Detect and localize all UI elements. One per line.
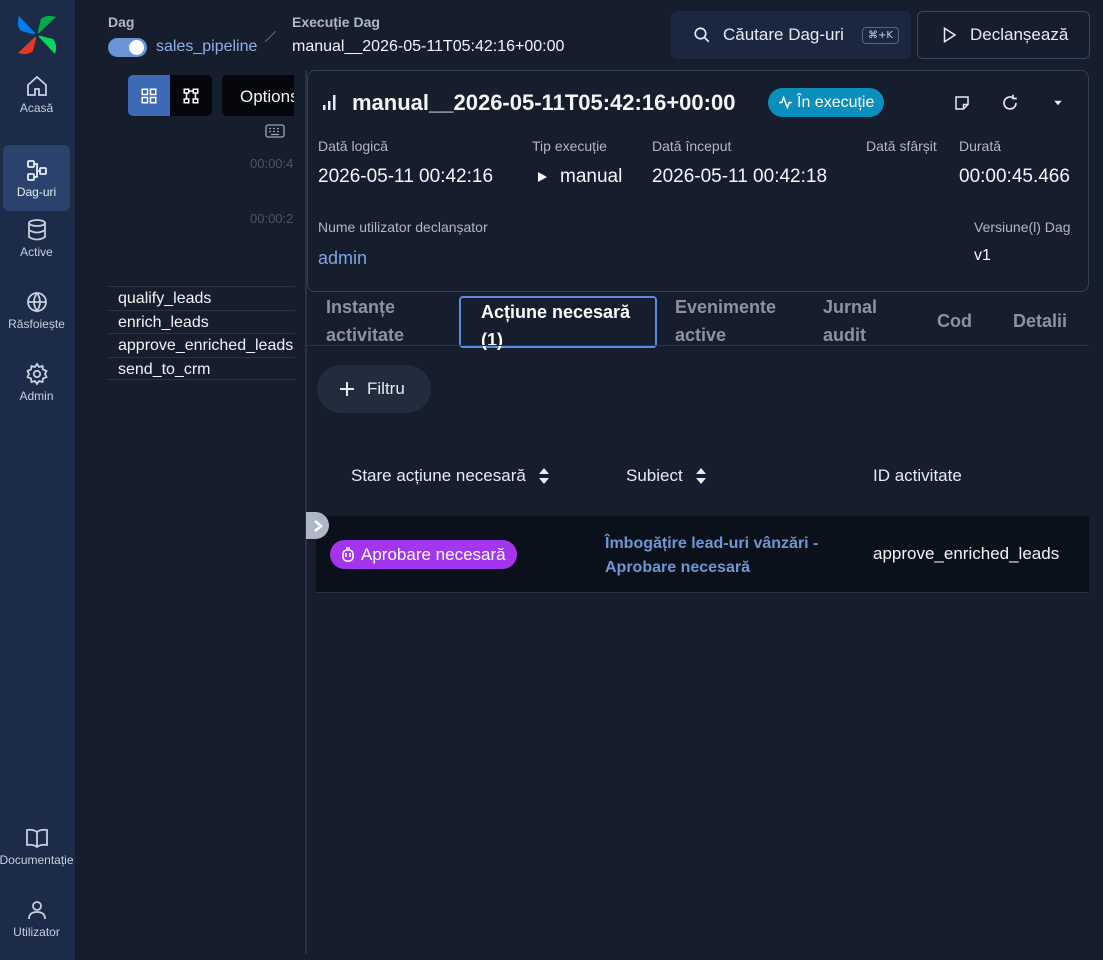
- column-header-state[interactable]: Stare acțiune necesară: [351, 466, 550, 486]
- sidebar-item-label: Acasă: [19, 100, 54, 115]
- breadcrumb-dag-label: Dag: [108, 14, 135, 30]
- required-action-state-badge[interactable]: Aprobare necesară: [330, 540, 517, 569]
- keyboard-icon[interactable]: [265, 124, 285, 139]
- run-state-label: În execuție: [797, 93, 875, 111]
- subject-link[interactable]: Îmbogățire lead-uri vânzări - Aprobare n…: [605, 532, 845, 580]
- chevron-down-icon[interactable]: [1049, 94, 1067, 112]
- run-type-text: manual: [560, 166, 623, 187]
- column-header-label: ID activitate: [873, 466, 962, 485]
- breadcrumb-separator: [264, 30, 277, 43]
- filter-button[interactable]: Filtru: [317, 365, 431, 413]
- chevron-right-icon: [313, 519, 323, 532]
- graph-view-button[interactable]: [170, 75, 212, 116]
- sidebar-item-label: Admin: [19, 388, 54, 403]
- plus-icon: [340, 382, 354, 396]
- breadcrumb-run-name: manual__2026-05-11T05:42:16+00:00: [292, 38, 565, 55]
- column-header-label: Subiect: [626, 466, 683, 485]
- logical-date-label: Dată logică: [318, 138, 389, 154]
- run-type-value: manual: [536, 166, 622, 188]
- task-list: qualify_leads enrich_leads approve_enric…: [108, 286, 295, 380]
- start-date-label: Dată început: [652, 138, 732, 154]
- refresh-icon[interactable]: [1001, 94, 1019, 112]
- task-id-cell: approve_enriched_leads: [873, 544, 1060, 563]
- trigger-label: Declanșează: [970, 25, 1069, 44]
- search-shortcut: ⌘+K: [861, 26, 899, 44]
- duration-value: 00:00:45.466: [959, 166, 1070, 187]
- run-details-card: manual__2026-05-11T05:42:16+00:00 În exe…: [307, 70, 1089, 292]
- grid-view-button[interactable]: [128, 75, 170, 116]
- gear-icon: [25, 361, 48, 386]
- filter-label: Filtru: [367, 379, 405, 398]
- task-name[interactable]: enrich_leads: [108, 309, 295, 334]
- hand-icon: [342, 546, 354, 562]
- dag-pause-toggle[interactable]: [108, 38, 147, 57]
- sidebar-item-user[interactable]: Utilizator: [3, 885, 70, 951]
- triggering-user-value[interactable]: admin: [318, 248, 367, 269]
- play-icon: [538, 172, 547, 182]
- column-header-task-id: ID activitate: [873, 466, 962, 486]
- sidebar-item-label: Răsfoiește: [8, 316, 65, 331]
- database-icon: [27, 218, 46, 240]
- required-action-state-label: Aprobare necesară: [361, 544, 506, 564]
- tab-code[interactable]: Cod: [937, 307, 972, 335]
- time-tick: 00:00:22: [250, 211, 294, 226]
- airflow-logo[interactable]: [15, 13, 59, 57]
- search-icon: [694, 27, 710, 43]
- logical-date-value: 2026-05-11 00:42:16: [318, 166, 494, 187]
- sidebar-item-label: Dag-uri: [16, 184, 57, 199]
- dag-icon: [26, 159, 47, 181]
- sidebar-item-label: Active: [20, 244, 53, 259]
- search-dags-button[interactable]: Căutare Dag-uri ⌘+K: [671, 11, 911, 59]
- dag-version-label: Versiune(l) Dag: [974, 219, 1071, 235]
- book-icon: [25, 828, 48, 848]
- activity-icon: [779, 95, 792, 110]
- sidebar-item-label: Documentație: [0, 852, 74, 867]
- options-button[interactable]: Options: [222, 75, 294, 116]
- search-label: Căutare Dag-uri: [723, 25, 844, 44]
- end-date-label: Dată sfârșit: [866, 138, 937, 154]
- globe-icon: [26, 291, 47, 313]
- breadcrumb-dag-link[interactable]: sales_pipeline: [156, 38, 257, 56]
- tab-details[interactable]: Detalii: [1013, 307, 1067, 335]
- graph-icon: [183, 88, 199, 103]
- sidebar-item-dags[interactable]: Dag-uri: [3, 145, 70, 211]
- grid-icon: [141, 88, 157, 103]
- sidebar-item-admin[interactable]: Admin: [3, 349, 70, 415]
- home-icon: [26, 75, 47, 96]
- sort-icon[interactable]: [695, 467, 707, 485]
- triggering-user-label: Nume utilizator declanșator: [318, 219, 488, 235]
- tab-required-actions[interactable]: Acțiune necesară (1): [459, 296, 657, 350]
- sidebar: Acasă Dag-uri Active Răsfoiește Admin Do…: [0, 0, 75, 960]
- duration-label: Durată: [959, 138, 1002, 154]
- bar-chart-icon: [323, 95, 336, 110]
- sort-icon[interactable]: [538, 467, 550, 485]
- time-tick: 00:00:45: [250, 156, 294, 171]
- sidebar-item-docs[interactable]: Documentație: [0, 813, 74, 879]
- sidebar-item-label: Utilizator: [13, 924, 60, 939]
- run-type-label: Tip execuție: [532, 138, 607, 154]
- sidebar-item-assets[interactable]: Active: [3, 205, 70, 271]
- run-state-badge: În execuție: [768, 88, 885, 117]
- tab-asset-events[interactable]: Evenimente active: [675, 293, 795, 349]
- sidebar-item-home[interactable]: Acasă: [3, 61, 70, 127]
- user-icon: [27, 900, 46, 919]
- tabs-underline: [307, 345, 1089, 346]
- note-icon[interactable]: [953, 94, 971, 112]
- task-name[interactable]: approve_enriched_leads: [108, 333, 295, 357]
- breadcrumb-run-label: Execuție Dag: [292, 14, 380, 30]
- play-icon: [943, 26, 957, 44]
- run-title: manual__2026-05-11T05:42:16+00:00: [352, 90, 736, 115]
- start-date-value: 2026-05-11 00:42:18: [652, 166, 828, 187]
- column-header-label: Stare acțiune necesară: [351, 466, 526, 485]
- trigger-button[interactable]: Declanșează: [917, 11, 1090, 59]
- table-row[interactable]: Aprobare necesară Îmbogățire lead-uri vâ…: [316, 516, 1089, 593]
- sidebar-item-browse[interactable]: Răsfoiește: [3, 277, 70, 343]
- task-name[interactable]: send_to_crm: [108, 356, 295, 380]
- tab-audit-log[interactable]: Jurnal audit: [823, 293, 913, 349]
- dag-version-value: v1: [974, 247, 991, 264]
- tab-task-instances[interactable]: Instanțe activitate: [326, 293, 446, 349]
- column-header-subject[interactable]: Subiect: [626, 466, 707, 486]
- task-name[interactable]: qualify_leads: [108, 286, 295, 310]
- view-toggle: [128, 75, 212, 116]
